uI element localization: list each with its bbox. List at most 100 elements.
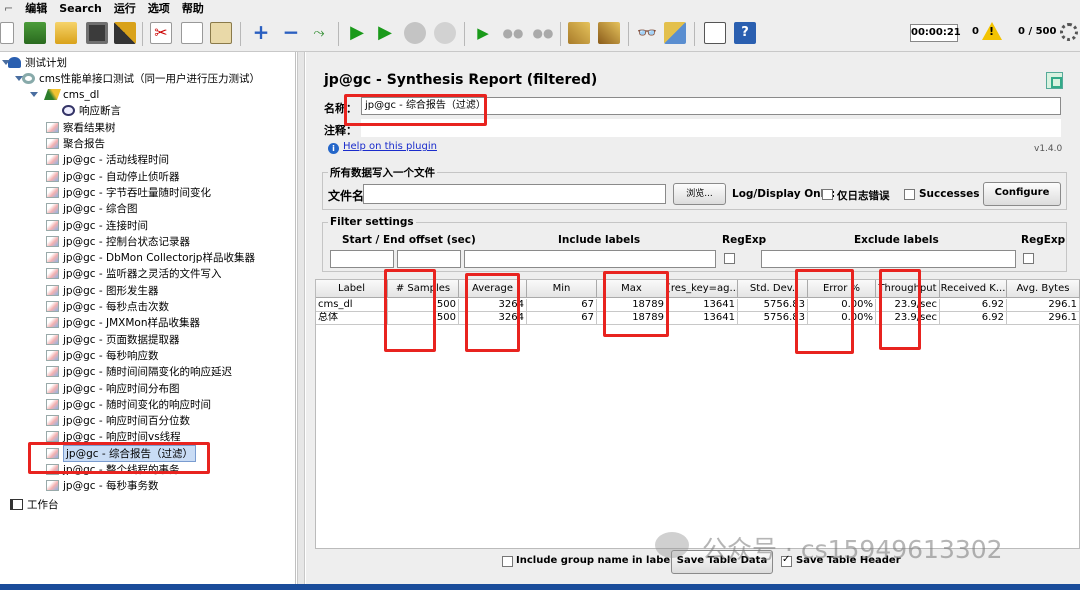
start-icon[interactable]: ▶ [346,22,368,44]
menu-help[interactable]: 帮助 [182,0,204,16]
warning-icon[interactable] [982,22,1002,40]
elapsed-timer: 00:00:21 [910,24,961,42]
tree-item-listener[interactable]: jp@gc - 综合图 [46,201,137,217]
new-icon[interactable] [0,22,14,44]
save-as-icon[interactable] [114,22,136,44]
toolbar: ✂ + − ⤳ ▶ ▶ ▶ ●● ●● 👓 ? 00:00:21 0 0 / 5… [0,16,1080,52]
configure-button[interactable]: Configure [983,182,1061,206]
exclude-regexp-label: RegExp [1021,234,1066,246]
exclude-regexp-checkbox[interactable] [1023,253,1034,264]
listener-icon [46,252,59,264]
menu-search[interactable]: Search [59,2,102,15]
menu-options[interactable]: 选项 [148,0,170,16]
collapse-icon[interactable]: − [280,22,302,44]
copy-icon[interactable] [181,22,203,44]
tree-item-label: 察看结果树 [63,121,116,134]
tree-item-label: jp@gc - JMXMon样品收集器 [63,317,200,330]
tree-item-listener[interactable]: 察看结果树 [46,119,116,135]
remote-shutdown-icon[interactable]: ●● [532,22,554,44]
function-helper-icon[interactable] [704,22,726,44]
tree-item-label: jp@gc - 综合图 [63,203,138,216]
tree-expand-toggle[interactable] [2,60,10,65]
end-offset-field[interactable] [397,250,461,268]
column-header[interactable]: Label [316,280,388,298]
tree-item-listener[interactable]: jp@gc - 随时间间隔变化的响应延迟 [46,364,232,380]
tree-item-listener[interactable]: jp@gc - JMXMon样品收集器 [46,315,200,331]
tree-item-listener[interactable]: jp@gc - 连接时间 [46,217,148,233]
help-icon[interactable]: ? [734,22,756,44]
tree-expand-toggle[interactable] [15,76,23,81]
save-icon[interactable] [86,22,108,44]
tree-item-listener[interactable]: jp@gc - 每秒事务数 [46,478,158,494]
menu-run[interactable]: 运行 [114,0,136,16]
remote-start-icon[interactable]: ▶ [472,22,494,44]
stop-icon[interactable] [404,22,426,44]
exclude-labels-field[interactable] [761,250,1016,268]
start-offset-field[interactable] [330,250,394,268]
include-regexp-checkbox[interactable] [724,253,735,264]
tree-sampler[interactable]: cms_dl [43,87,99,103]
filename-field[interactable] [363,184,666,204]
successes-checkbox[interactable] [904,189,915,200]
open-icon[interactable] [55,22,77,44]
help-link[interactable]: Help on this plugin [343,141,437,152]
search-icon[interactable]: 👓 [636,22,658,44]
listener-icon [46,154,59,166]
tree-item-listener[interactable]: jp@gc - 每秒响应数 [46,347,158,363]
test-plan-tree[interactable]: 测试计划 cms性能单接口测试（同一用户进行压力测试） cms_dl 响应断言察看结果… [0,52,296,590]
tree-item-listener[interactable]: jp@gc - 页面数据提取器 [46,331,179,347]
clear-all-icon[interactable] [598,22,620,44]
tree-item-listener[interactable]: jp@gc - 活动线程时间 [46,152,169,168]
tree-item-listener[interactable]: jp@gc - 响应时间百分位数 [46,413,190,429]
tree-item-listener[interactable]: jp@gc - 响应时间分布图 [46,380,179,396]
paste-icon[interactable] [210,22,232,44]
filter-settings-title: Filter settings [328,216,416,228]
listener-icon [46,235,59,247]
shutdown-icon[interactable] [434,22,456,44]
reset-search-icon[interactable] [664,22,686,44]
tree-assertion[interactable]: 响应断言 [62,103,121,119]
group-icon [22,72,35,84]
offset-label: Start / End offset (sec) [342,234,476,246]
sampler-icon [43,89,62,101]
taskbar-strip [0,584,1080,590]
tree-item-listener[interactable]: jp@gc - 控制台状态记录器 [46,233,190,249]
errors-only-checkbox[interactable] [822,189,833,200]
tree-expand-toggle[interactable] [30,92,38,97]
tree-thread-group[interactable]: cms性能单接口测试（同一用户进行压力测试） [22,70,260,86]
clear-icon[interactable] [568,22,590,44]
tree-item-listener[interactable]: jp@gc - 监听器之灵活的文件写入 [46,266,221,282]
include-labels-field[interactable] [464,250,716,268]
column-header[interactable]: [res_key=ag... [667,280,738,298]
split-pane-divider[interactable] [297,52,305,590]
toggle-icon[interactable]: ⤳ [308,22,330,44]
warning-count: 0 [972,26,979,37]
listener-icon [46,284,59,296]
tree-item-label: jp@gc - 响应时间分布图 [63,382,180,395]
expand-window-icon[interactable] [1046,72,1063,89]
menu-edit[interactable]: 编辑 [25,0,47,16]
column-header[interactable]: Min [527,280,597,298]
tree-item-listener[interactable]: jp@gc - 字节吞吐量随时间变化 [46,184,211,200]
expand-icon[interactable]: + [250,22,272,44]
remote-stop-icon[interactable]: ●● [502,22,524,44]
tree-workbench[interactable]: 工作台 [10,496,59,512]
tree-item-listener[interactable]: jp@gc - 每秒点击次数 [46,299,169,315]
templates-icon[interactable] [24,22,46,44]
include-group-checkbox[interactable] [502,556,513,567]
column-header[interactable]: Received K... [940,280,1007,298]
column-header[interactable]: Avg. Bytes [1007,280,1080,298]
start-no-pause-icon[interactable]: ▶ [374,22,396,44]
tree-test-plan[interactable]: 测试计划 [8,54,67,70]
include-regexp-label: RegExp [722,234,767,246]
cut-icon[interactable]: ✂ [150,22,172,44]
table-cell: 6.92 [940,312,1007,325]
browse-button[interactable]: 浏览... [673,183,726,205]
tree-item-listener[interactable]: jp@gc - 随时间变化的响应时间 [46,396,211,412]
remote-gear-icon[interactable] [1060,23,1078,41]
tree-item-listener[interactable]: jp@gc - 图形发生器 [46,282,158,298]
tree-item-label: jp@gc - 字节吞吐量随时间变化 [63,186,211,199]
tree-item-listener[interactable]: jp@gc - DbMon Collectorjp样品收集器 [46,250,255,266]
tree-item-listener[interactable]: 聚合报告 [46,136,105,152]
tree-item-listener[interactable]: jp@gc - 自动停止侦听器 [46,168,179,184]
